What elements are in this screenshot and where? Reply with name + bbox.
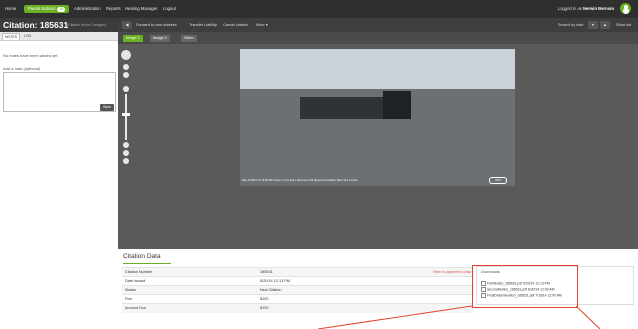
annotation-lines [317, 305, 601, 329]
annotation-line-right [575, 305, 601, 329]
annotation-line-left [317, 305, 473, 329]
